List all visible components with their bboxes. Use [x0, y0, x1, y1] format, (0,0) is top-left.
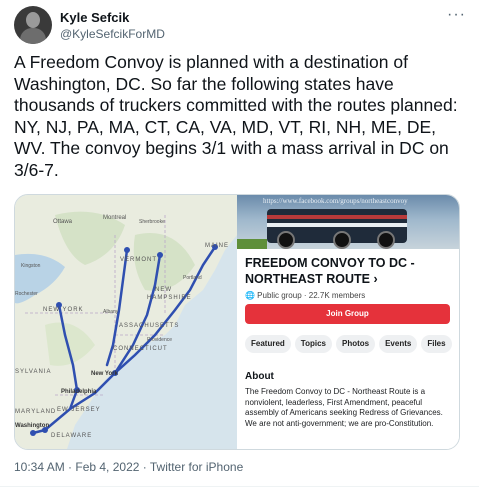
author-name[interactable]: Kyle Sefcik	[60, 10, 129, 25]
map-label-albany: Albany	[103, 309, 119, 315]
about-text: The Freedom Convoy to DC - Northeast Rou…	[245, 387, 443, 428]
tab-photos[interactable]: Photos	[335, 335, 376, 353]
tab-featured[interactable]: Featured	[245, 335, 291, 353]
join-group-button[interactable]: Join Group	[245, 304, 450, 324]
map-label-new-york: NEW YORK	[43, 307, 84, 313]
avatar[interactable]	[14, 6, 52, 44]
map-label-vermont: VERMONT	[120, 257, 157, 263]
group-cover-image: https://www.facebook.com/groups/northeas…	[237, 195, 459, 249]
svg-text:HAMPSHIRE: HAMPSHIRE	[147, 295, 192, 301]
tab-topics[interactable]: Topics	[294, 335, 332, 353]
tweet-timestamp[interactable]: 10:34 AM · Feb 4, 2022 · Twitter for iPh…	[14, 460, 243, 474]
map-label-sherbrooke: Sherbrooke	[139, 219, 165, 225]
route-map-svg: Ottawa Montreal Sherbrooke Kingston VERM…	[15, 195, 237, 449]
map-label-connecticut: CONNECTICUT	[113, 346, 168, 352]
facebook-group-preview[interactable]: https://www.facebook.com/groups/northeas…	[237, 195, 459, 449]
media-card[interactable]: Ottawa Montreal Sherbrooke Kingston VERM…	[14, 194, 460, 450]
tweet-text: A Freedom Convoy is planned with a desti…	[14, 52, 458, 180]
map-label-new-york-city: New York	[91, 371, 118, 377]
map-label-massachusetts: ASSACHUSETTS	[119, 323, 179, 329]
group-tabs: Featured Topics Photos Events Files	[245, 333, 459, 353]
map-label-philadelphia: Philadelphia	[61, 389, 97, 395]
group-meta: 🌐 Public group · 22.7K members	[245, 291, 366, 300]
map-label-kingston: Kingston	[21, 263, 41, 269]
tweet-header: Kyle Sefcik @KyleSefcikForMD ···	[14, 6, 466, 46]
map-label-ottawa: Ottawa	[53, 219, 73, 225]
map-label-new-hampshire: NEW	[155, 287, 172, 293]
cover-url-watermark: https://www.facebook.com/groups/northeas…	[263, 197, 408, 205]
route-map[interactable]: Ottawa Montreal Sherbrooke Kingston VERM…	[15, 195, 237, 449]
map-label-new-jersey: EW JERSEY	[57, 407, 101, 413]
about-heading: About	[245, 371, 274, 382]
map-label-maine: MAINE	[205, 243, 229, 249]
map-label-washington: Washington	[15, 423, 49, 429]
tab-events[interactable]: Events	[379, 335, 418, 353]
author-handle[interactable]: @KyleSefcikForMD	[60, 27, 165, 41]
map-label-pennsylvania: SYLVANIA	[15, 369, 51, 375]
map-label-providence: Providence	[147, 337, 172, 343]
map-label-montreal: Montreal	[103, 215, 126, 221]
tab-files[interactable]: Files	[421, 335, 452, 353]
group-title[interactable]: FREEDOM CONVOY TO DC - NORTHEAST ROUTE ›	[245, 255, 453, 287]
map-label-rochester: Rochester	[15, 291, 38, 297]
map-label-maryland: MARYLAND	[15, 409, 56, 415]
map-label-portland: Portland	[183, 275, 202, 281]
map-label-delaware: DELAWARE	[51, 433, 92, 439]
more-options-icon[interactable]: ···	[447, 6, 466, 24]
divider	[0, 486, 479, 487]
